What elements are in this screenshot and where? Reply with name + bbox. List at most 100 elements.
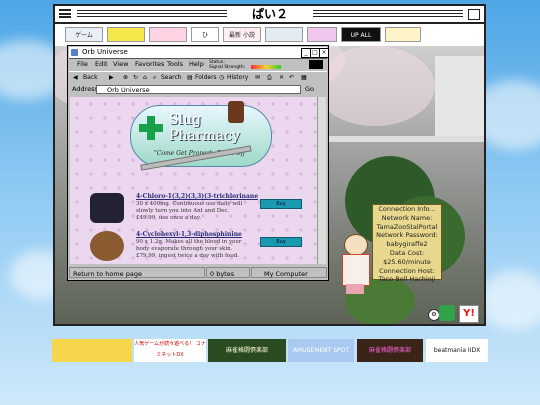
ad-banner[interactable]: 麻雀格闘倶楽部 — [208, 339, 286, 362]
product-description: 30 x 400mg. Continuous use daily will sl… — [136, 201, 243, 221]
address-bar: Address Orb Universe Go — [69, 84, 327, 95]
ad-banner[interactable]: beatmania IIDX — [426, 339, 488, 362]
game-window: ぱい２ ゲーム ひ 最新 小説 UP ALL NIGHT Orb Univers… — [53, 4, 486, 326]
banner-link[interactable] — [307, 27, 337, 42]
close-icon[interactable]: × — [319, 48, 329, 58]
ad-banner[interactable] — [52, 339, 132, 362]
medicine-bottle-icon — [228, 101, 244, 123]
browser-window: Orb Universe _ □ × File Edit View Favori… — [67, 45, 329, 281]
vertical-scrollbar[interactable] — [317, 97, 326, 264]
banner-link[interactable] — [265, 27, 303, 42]
banner-link[interactable]: 最新 小説 — [223, 27, 261, 42]
address-input[interactable]: Orb Universe — [96, 85, 301, 94]
history-icon[interactable]: ◷ — [219, 72, 224, 84]
product-image — [90, 193, 124, 223]
refresh-icon[interactable]: ↻ — [133, 72, 138, 84]
signal-strength-bar — [251, 65, 281, 69]
delete-icon[interactable]: ✕ — [279, 72, 284, 84]
titlebar-stripes — [77, 10, 227, 18]
back-button[interactable]: Back — [83, 72, 98, 84]
pharmacy-name-1: Slug — [169, 112, 202, 128]
product-item: 4-Chloro-1(3,2)(3,3)(3-trichlorinane 30 … — [82, 193, 312, 229]
green-cross-icon — [147, 116, 155, 140]
menu-view[interactable]: View — [113, 59, 128, 70]
pharmacy-page: Slug Pharmacy "Come Get Properly Filled … — [70, 97, 318, 264]
conn-line: Connection Info... — [378, 205, 436, 213]
status-zone: My Computer — [251, 267, 327, 278]
ad-banner[interactable]: 人気ゲームが続々遊べる！ コナミネットDX — [134, 339, 206, 362]
menu-edit[interactable]: Edit — [95, 59, 108, 70]
signal-label: Signal Strength: — [209, 65, 246, 70]
ad-banner[interactable]: 麻雀格闘倶楽部 — [357, 339, 423, 362]
mascot-body — [342, 254, 370, 286]
close-box-icon[interactable] — [468, 9, 480, 20]
status-bytes: 0 bytes — [206, 267, 250, 278]
home-icon[interactable]: ⌂ — [143, 72, 147, 84]
conn-line: Network Password: — [376, 231, 438, 240]
print-icon[interactable]: ⎙ — [267, 72, 272, 84]
titlebar-stripes — [313, 10, 463, 18]
views-icon[interactable]: ▦ — [301, 72, 307, 84]
menu-favorites[interactable]: Favorites — [135, 59, 164, 70]
go-button[interactable]: Go — [305, 84, 314, 95]
menu-help[interactable]: Help — [189, 59, 204, 70]
conn-line: TamaZooStalPortal — [376, 222, 438, 231]
buy-button[interactable]: Buy — [260, 199, 302, 209]
history-button[interactable]: History — [227, 72, 248, 84]
cloud — [480, 270, 540, 330]
forward-icon[interactable]: ▶ — [109, 72, 114, 84]
conn-line: Data Cost: — [389, 248, 425, 257]
menu-tools[interactable]: Tools — [167, 59, 183, 70]
menu-file[interactable]: File — [77, 59, 88, 70]
banner-link[interactable]: UP ALL NIGHT — [341, 27, 381, 42]
product-image — [90, 231, 124, 261]
product-name[interactable]: 4-Chloro-1(3,2)(3,3)(3-trichlorinane — [136, 193, 258, 200]
building — [435, 56, 484, 136]
product-name[interactable]: 4-Cyclohexyl-1,3-diphosphinine — [136, 231, 242, 238]
folders-button[interactable]: Folders — [195, 72, 217, 84]
folders-icon[interactable]: ▤ — [187, 72, 193, 84]
undo-icon[interactable]: ↶ — [289, 72, 294, 84]
throbber-icon — [309, 60, 323, 69]
mascot-legs — [346, 284, 364, 294]
browser-titlebar: Orb Universe _ □ × — [69, 47, 329, 59]
yahoo-icon[interactable]: Y! — [459, 305, 479, 323]
banner-bar: ゲーム ひ 最新 小説 UP ALL NIGHT — [55, 24, 484, 46]
back-icon[interactable]: ◀ — [73, 72, 78, 84]
banner-link[interactable] — [149, 27, 187, 42]
stop-icon[interactable]: ⊗ — [123, 72, 128, 84]
conn-line: Taco Bell Hachioji — [378, 275, 436, 284]
connection-info-panel: Connection Info... Network Name: TamaZoo… — [372, 204, 442, 283]
address-label: Address — [72, 85, 98, 93]
window-title: ぱい２ — [245, 6, 295, 22]
conn-line: babygiraffe2 — [386, 240, 428, 249]
menu-icon[interactable] — [59, 9, 71, 18]
mascot-character — [338, 234, 372, 296]
mascot-head — [344, 234, 368, 256]
product-description: 90 x 1.2g. Makes all the blood in your b… — [136, 239, 242, 259]
banner-link[interactable] — [107, 27, 145, 42]
search-button[interactable]: Search — [161, 72, 182, 84]
banner-link[interactable]: ひ — [191, 27, 219, 42]
browser-toolbar: ◀ Back ▶ ⊗ ↻ ⌂ ⌕ Search ▤ Folders ◷ Hist… — [69, 71, 327, 84]
pharmacy-name-2: Pharmacy — [169, 128, 240, 144]
conn-line: Connection Host: — [379, 266, 435, 275]
railing — [315, 136, 484, 142]
conn-line: Network Name: — [381, 213, 433, 222]
ad-banner[interactable]: AMUSEMENT SPOT — [288, 339, 354, 362]
browser-title: Orb Universe — [82, 48, 128, 56]
green-app-icon[interactable] — [439, 305, 455, 321]
browser-statusbar: Return to home page 0 bytes My Computer — [69, 267, 327, 279]
buy-button[interactable]: Buy — [260, 237, 302, 247]
banner-link[interactable] — [385, 27, 421, 42]
banner-link[interactable]: ゲーム — [65, 27, 103, 42]
mail-icon[interactable]: ✉ — [255, 72, 260, 84]
product-item: 4-Cyclohexyl-1,3-diphosphinine 90 x 1.2g… — [82, 231, 312, 264]
browser-menubar: File Edit View Favorites Tools Help Stat… — [69, 59, 327, 70]
cherry-blossom — [315, 46, 435, 126]
window-titlebar: ぱい２ — [55, 6, 484, 24]
status-link-text: Return to home page — [69, 267, 205, 278]
conn-line: $25.60/minute — [383, 257, 431, 266]
search-icon[interactable]: ⌕ — [153, 72, 156, 84]
ie-icon — [71, 49, 78, 56]
